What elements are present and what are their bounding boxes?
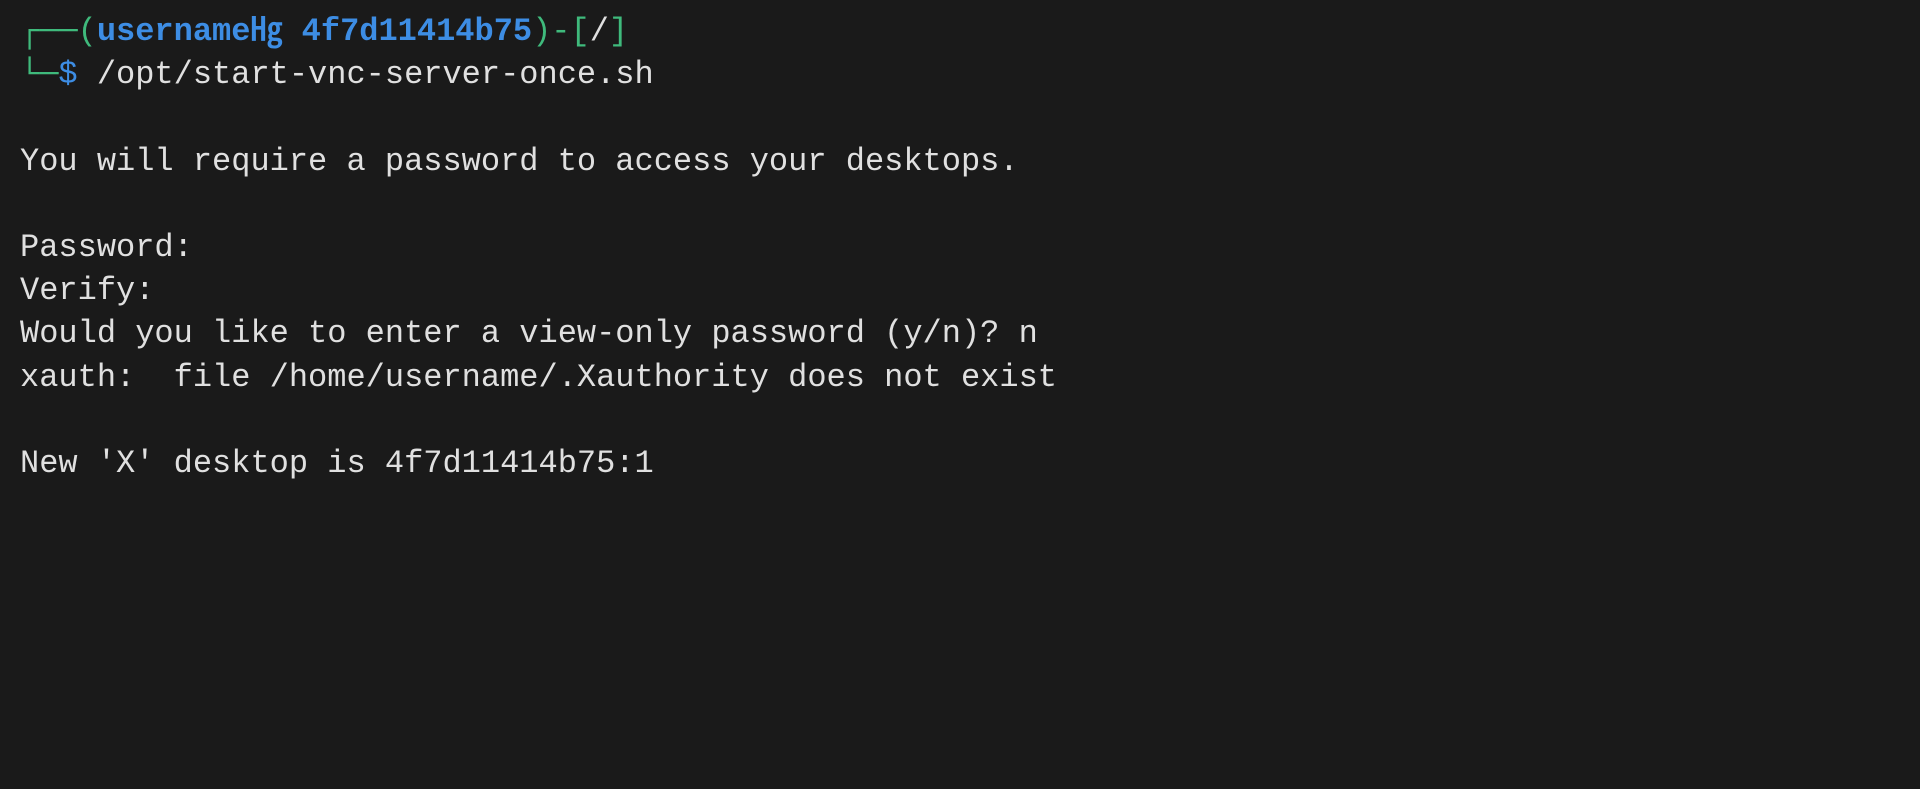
terminal-window[interactable]: ┌──(username㋌ 4f7d11414b75)-[/] └─$ /opt… <box>20 10 1900 485</box>
prompt-paren-open: ( <box>78 13 97 50</box>
prompt-dollar: $ <box>58 56 77 93</box>
command-text: /opt/start-vnc-server-once.sh <box>78 56 654 93</box>
prompt-dash: - <box>551 13 570 50</box>
xauth-message: xauth: file /home/username/.Xauthority d… <box>20 356 1900 399</box>
verify-prompt: Verify: <box>20 269 1900 312</box>
blank-line <box>20 96 1900 139</box>
prompt-bracket-close: ] <box>609 13 628 50</box>
prompt-username: username <box>97 13 251 50</box>
prompt-cwd: / <box>590 13 609 50</box>
prompt-bracket-open: [ <box>571 13 590 50</box>
output-text: You will require a password to access yo… <box>20 140 1900 183</box>
blank-line <box>20 399 1900 442</box>
prompt-hostname: 4f7d11414b75 <box>302 13 532 50</box>
password-prompt: Password: <box>20 226 1900 269</box>
prompt-paren-close: ) <box>532 13 551 50</box>
prompt-corner-bottom: └─ <box>20 56 58 93</box>
prompt-separator <box>282 13 301 50</box>
prompt-line-bottom: └─$ /opt/start-vnc-server-once.sh <box>20 53 1900 96</box>
desktop-message: New 'X' desktop is 4f7d11414b75:1 <box>20 442 1900 485</box>
prompt-corner-top: ┌── <box>20 13 78 50</box>
prompt-line-top: ┌──(username㋌ 4f7d11414b75)-[/] <box>20 10 1900 53</box>
viewonly-prompt: Would you like to enter a view-only pass… <box>20 312 1900 355</box>
circled-k-icon: ㋌ <box>250 10 282 53</box>
blank-line <box>20 183 1900 226</box>
